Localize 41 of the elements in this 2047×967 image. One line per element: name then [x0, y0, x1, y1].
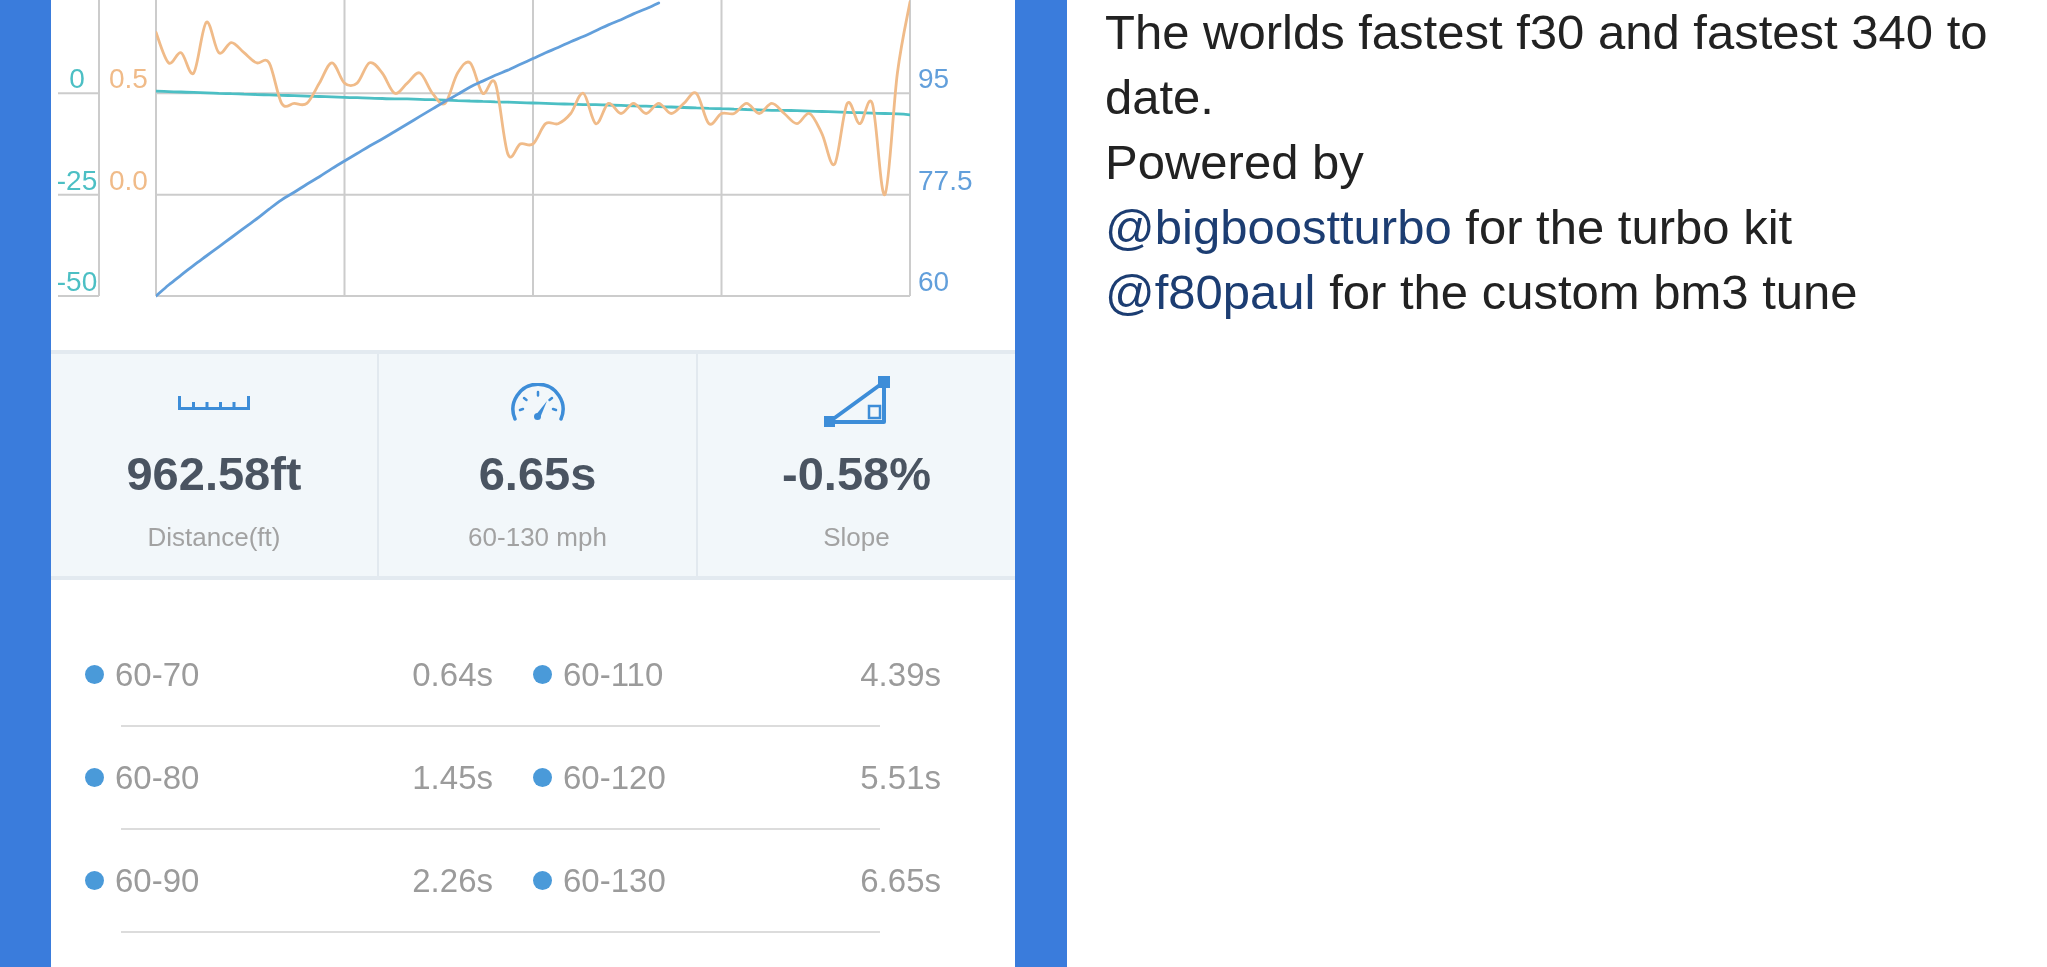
axis-label: 60: [918, 266, 950, 297]
axis-label: -50: [56, 266, 98, 297]
mention-link[interactable]: @bigboostturbo: [1105, 200, 1452, 254]
axis-label: 0: [69, 63, 85, 95]
caption-line: @f80paul for the custom bm3 tune: [1105, 264, 1859, 321]
axis-label: 0.5: [109, 63, 148, 95]
caption-line: The worlds fastest f30 and fastest 340 to date.: [1105, 4, 1989, 126]
split-range: 60-130: [563, 860, 666, 901]
mention-link[interactable]: @f80paul: [1105, 265, 1316, 319]
split-range: 60-90: [115, 860, 200, 901]
dot-icon: [533, 665, 552, 684]
stat-value: 962.58ft: [126, 446, 302, 502]
ruler-icon: [178, 394, 250, 410]
axis-label: -25: [56, 164, 98, 196]
split-range: 60-120: [563, 757, 666, 798]
caption-line: @bigboostturbo for the turbo kit: [1105, 199, 1794, 256]
dot-icon: [533, 768, 552, 787]
dot-icon: [85, 665, 104, 684]
split-range: 60-110: [563, 654, 664, 695]
stat-label: Slope: [823, 522, 890, 552]
split-range: 60-70: [115, 654, 200, 695]
split-time: 0.64s: [412, 654, 493, 695]
slope-icon: [823, 376, 890, 428]
axis-label: 95: [918, 63, 950, 95]
split-time: 5.51s: [860, 757, 941, 798]
split-time: 1.45s: [412, 757, 493, 798]
split-time: 2.26s: [412, 860, 493, 901]
axis-label: 0.0: [109, 164, 148, 196]
stat-label: 60-130 mph: [468, 522, 607, 552]
dot-icon: [85, 871, 104, 890]
split-time: 4.39s: [860, 654, 941, 695]
split-time: 6.65s: [860, 860, 941, 901]
dot-icon: [533, 871, 552, 890]
split-range: 60-80: [115, 757, 200, 798]
caption-line: Powered by: [1105, 134, 1365, 191]
axis-label: 77.5: [918, 164, 973, 196]
speedometer-icon: [508, 383, 567, 421]
stat-label: Distance(ft): [147, 522, 281, 552]
dot-icon: [85, 768, 104, 787]
stat-value: -0.58%: [782, 446, 931, 502]
stat-value: 6.65s: [478, 446, 597, 502]
